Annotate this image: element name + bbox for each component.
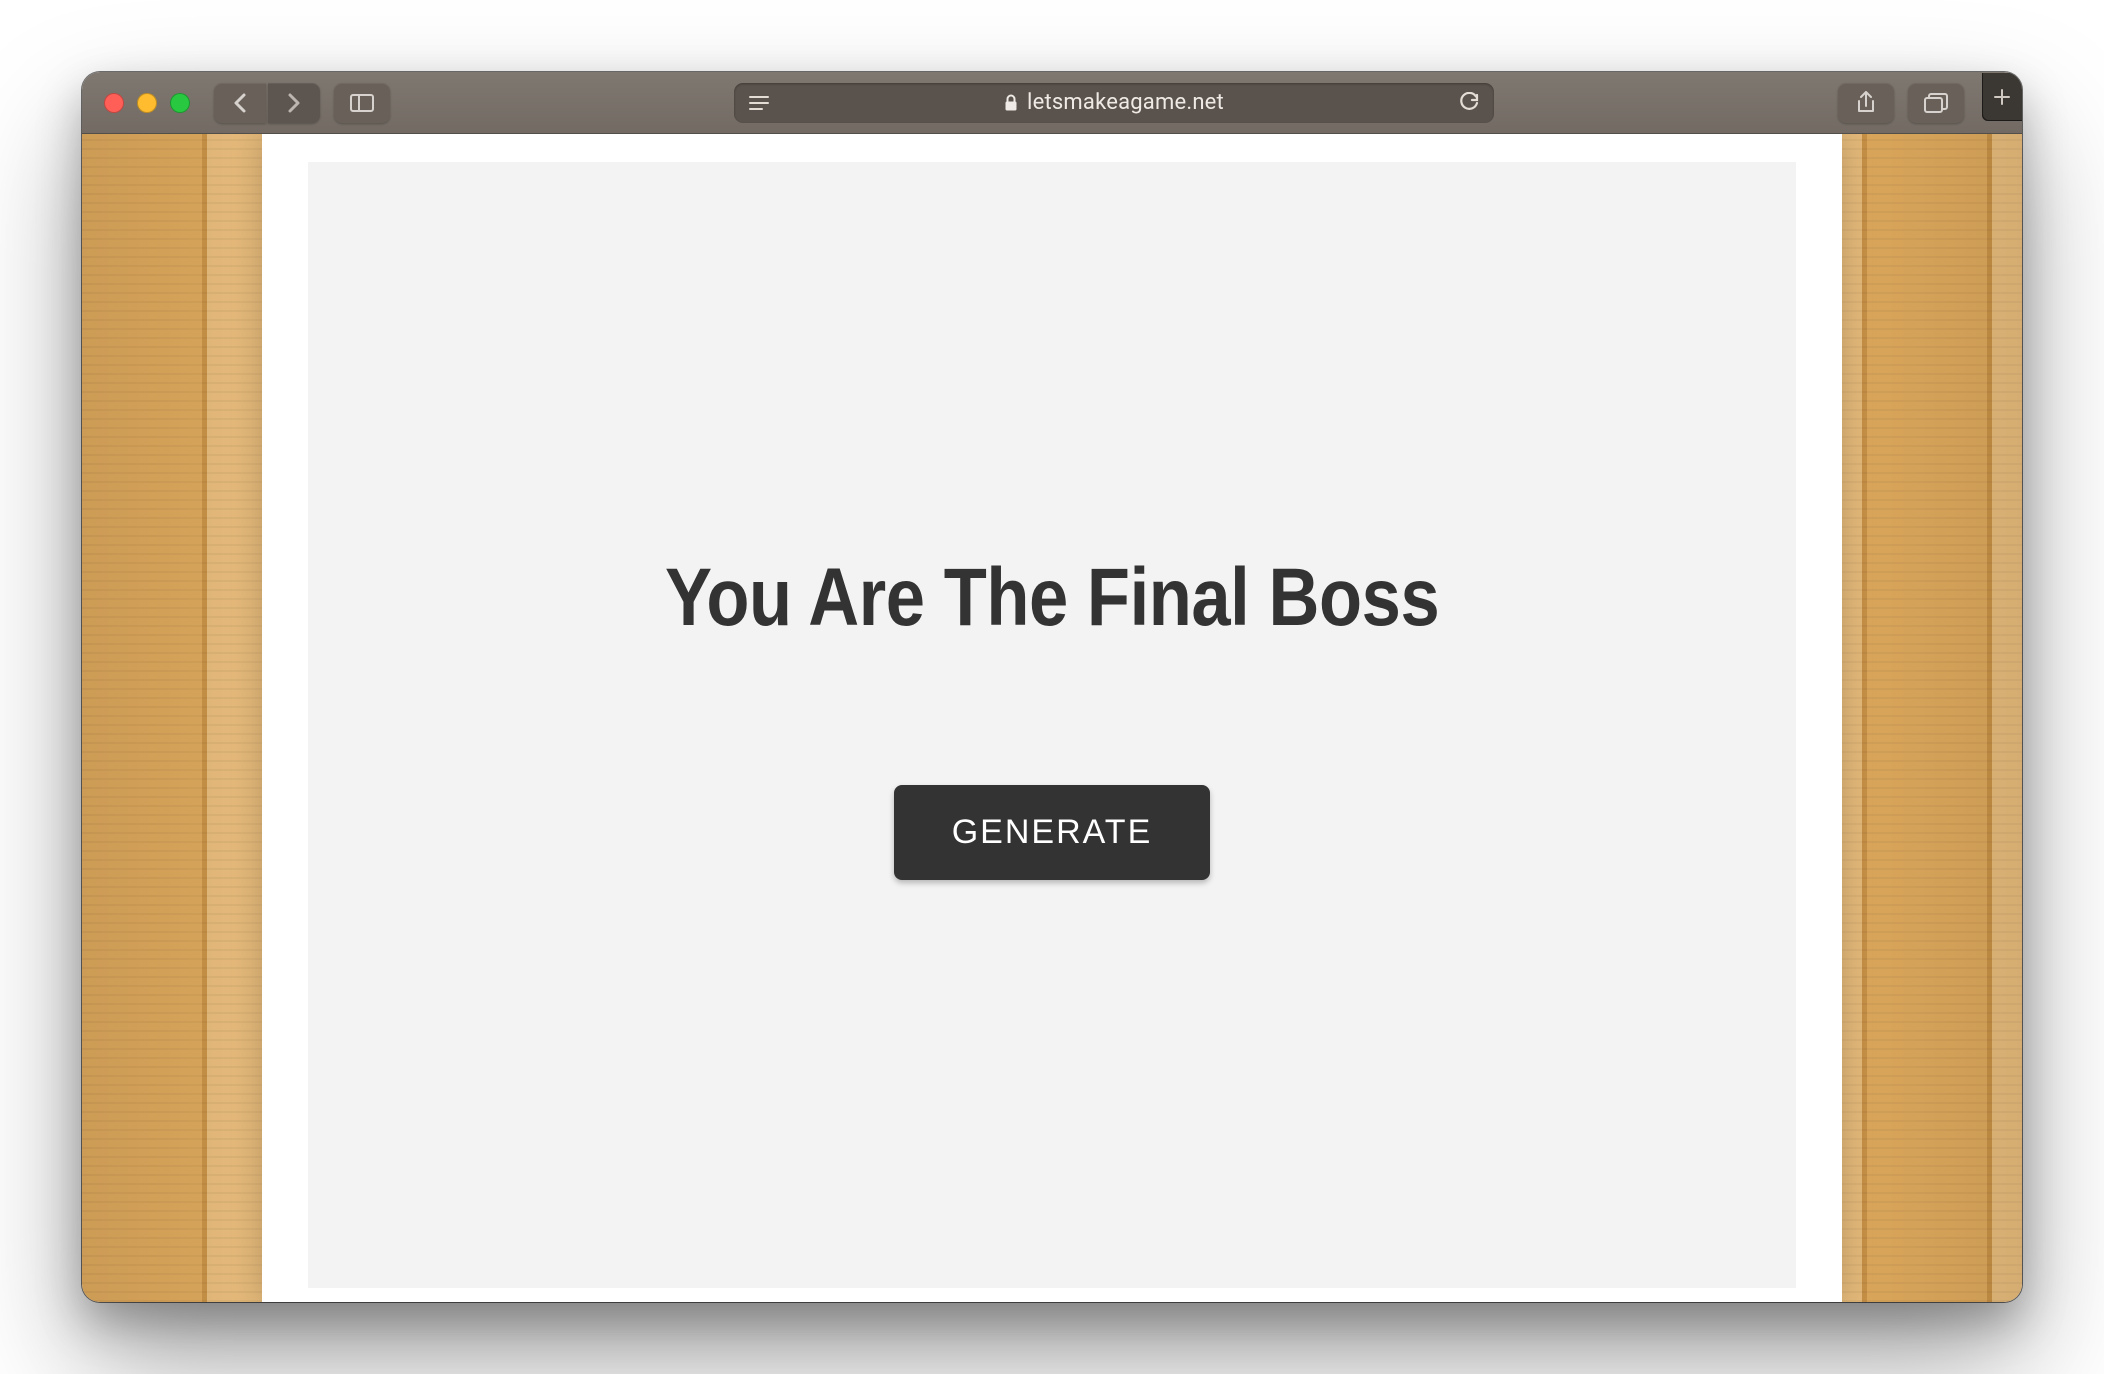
- browser-window: letsmakeagame.net: [82, 72, 2022, 1302]
- chevron-right-icon: [286, 92, 302, 114]
- browser-toolbar: letsmakeagame.net: [82, 72, 2022, 134]
- content-sheet: You Are The Final Boss GENERATE: [262, 134, 1842, 1302]
- forward-button[interactable]: [268, 83, 320, 123]
- sidebar-icon: [350, 94, 374, 112]
- reload-icon: [1458, 92, 1480, 114]
- url-display: letsmakeagame.net: [1004, 90, 1224, 115]
- reader-mode-button[interactable]: [742, 89, 776, 117]
- toolbar-right-group: [1838, 83, 2008, 123]
- page-title: You Are The Final Boss: [665, 551, 1439, 645]
- tabs-overview-button[interactable]: [1908, 83, 1964, 123]
- tabs-icon: [1924, 93, 1948, 113]
- plus-icon: [1993, 88, 2011, 106]
- page-viewport: You Are The Final Boss GENERATE: [82, 134, 2022, 1302]
- address-bar[interactable]: letsmakeagame.net: [734, 83, 1494, 123]
- chevron-left-icon: [232, 92, 248, 114]
- new-tab-button[interactable]: [1982, 73, 2022, 121]
- share-button[interactable]: [1838, 83, 1894, 123]
- sidebar-toggle-button[interactable]: [334, 83, 390, 123]
- back-button[interactable]: [214, 83, 266, 123]
- lock-icon: [1004, 94, 1018, 112]
- generate-button[interactable]: GENERATE: [894, 785, 1211, 880]
- url-host-text: letsmakeagame.net: [1027, 90, 1224, 115]
- generator-card: You Are The Final Boss GENERATE: [308, 162, 1796, 1288]
- reader-icon: [748, 95, 770, 111]
- window-traffic-lights: [104, 93, 190, 113]
- reload-button[interactable]: [1454, 88, 1484, 118]
- window-minimize-button[interactable]: [137, 93, 157, 113]
- window-close-button[interactable]: [104, 93, 124, 113]
- nav-button-group: [214, 83, 320, 123]
- share-icon: [1856, 91, 1876, 115]
- window-zoom-button[interactable]: [170, 93, 190, 113]
